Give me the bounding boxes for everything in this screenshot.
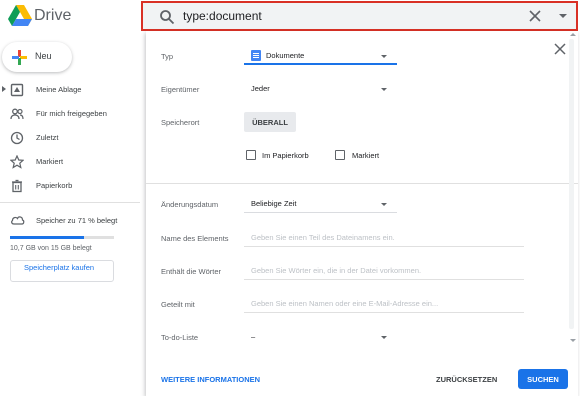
star-icon <box>10 155 24 169</box>
reset-button[interactable]: ZURÜCKSETZEN <box>436 375 497 384</box>
expand-caret-icon[interactable] <box>2 86 6 92</box>
location-anywhere-label: ÜBERALL <box>252 118 288 127</box>
plus-icon <box>12 50 27 65</box>
new-button-label: Neu <box>35 51 52 61</box>
type-label: Typ <box>161 52 174 61</box>
shared-with-input[interactable]: Geben Sie einen Namen oder eine E-Mail-A… <box>244 295 524 313</box>
sidebar-divider <box>0 202 140 203</box>
sidebar-item-label: Für mich freigegeben <box>36 109 107 118</box>
search-options-panel: Typ Dokumente Eigentümer Jeder Speichero… <box>146 31 578 396</box>
search-options-icon[interactable] <box>559 14 567 18</box>
has-words-label: Enthält die Wörter <box>161 267 222 276</box>
sidebar-item-starred[interactable]: Markiert <box>0 150 140 174</box>
panel-scrollbar[interactable] <box>569 39 574 329</box>
sidebar-item-my-drive[interactable]: Meine Ablage <box>0 78 140 102</box>
owner-dropdown[interactable]: Jeder <box>244 80 397 98</box>
search-button[interactable]: SUCHEN <box>518 369 568 389</box>
storage-progress-fill <box>10 236 84 239</box>
cloud-icon <box>11 216 25 225</box>
dropdown-arrow-icon <box>381 55 387 58</box>
sidebar-item-label: Meine Ablage <box>36 85 82 94</box>
document-icon <box>251 50 261 61</box>
in-trash-checkbox[interactable] <box>246 150 256 160</box>
type-dropdown[interactable]: Dokumente <box>244 47 397 65</box>
search-input[interactable]: type:document <box>183 9 262 23</box>
item-name-placeholder: Geben Sie einen Teil des Dateinamens ein… <box>251 233 395 242</box>
search-bar[interactable]: type:document <box>141 1 578 31</box>
sidebar-item-trash[interactable]: Papierkorb <box>0 174 140 198</box>
panel-divider <box>146 183 578 184</box>
buy-storage-label: Speicherplatz kaufen <box>24 263 95 272</box>
storage-used-text: 10,7 GB von 15 GB belegt <box>10 245 92 252</box>
my-drive-icon <box>10 83 24 97</box>
location-label: Speicherort <box>161 118 200 127</box>
location-anywhere-button[interactable]: ÜBERALL <box>244 112 296 132</box>
modified-label: Änderungsdatum <box>161 200 219 209</box>
owner-label: Eigentümer <box>161 85 200 94</box>
item-name-input[interactable]: Geben Sie einen Teil des Dateinamens ein… <box>244 229 524 247</box>
scroll-up-icon[interactable] <box>570 33 576 36</box>
sidebar-item-shared[interactable]: Für mich freigegeben <box>0 102 140 126</box>
storage-progress-bar <box>10 236 114 239</box>
has-words-placeholder: Geben Sie Wörter ein, die in der Datei v… <box>251 266 422 275</box>
shared-with-label: Geteilt mit <box>161 300 195 309</box>
new-button[interactable]: Neu <box>2 42 72 72</box>
starred-label: Markiert <box>352 151 380 160</box>
todo-label: To-do-Liste <box>161 333 199 342</box>
sidebar-item-label: Zuletzt <box>36 133 59 142</box>
todo-dropdown[interactable]: – <box>244 328 397 346</box>
drive-logo-icon[interactable] <box>8 5 32 27</box>
close-icon[interactable] <box>554 43 566 55</box>
sidebar-item-label: Markiert <box>36 157 64 166</box>
shared-with-placeholder: Geben Sie einen Namen oder eine E-Mail-A… <box>251 299 439 308</box>
dropdown-arrow-icon <box>381 336 387 339</box>
more-info-link[interactable]: WEITERE INFORMATIONEN <box>161 375 260 384</box>
sidebar-item-label: Papierkorb <box>36 181 73 190</box>
type-dropdown-value: Dokumente <box>266 51 305 60</box>
clear-search-icon[interactable] <box>528 9 542 23</box>
in-trash-label: Im Papierkorb <box>262 151 309 160</box>
clock-icon <box>10 131 24 145</box>
dropdown-arrow-icon <box>381 88 387 91</box>
todo-dropdown-value: – <box>251 332 256 341</box>
modified-dropdown[interactable]: Beliebige Zeit <box>244 195 397 213</box>
has-words-input[interactable]: Geben Sie Wörter ein, die in der Datei v… <box>244 262 524 280</box>
dropdown-arrow-icon <box>381 203 387 206</box>
storage-label[interactable]: Speicher zu 71 % belegt <box>36 216 117 225</box>
shared-with-me-icon <box>10 108 24 120</box>
item-name-label: Name des Elements <box>161 234 229 243</box>
modified-dropdown-value: Beliebige Zeit <box>251 199 297 208</box>
owner-dropdown-value: Jeder <box>251 84 270 93</box>
buy-storage-button[interactable]: Speicherplatz kaufen <box>10 260 114 282</box>
starred-checkbox[interactable] <box>335 150 345 160</box>
app-name[interactable]: Drive <box>34 7 71 25</box>
search-icon[interactable] <box>159 9 175 25</box>
search-button-label: SUCHEN <box>527 375 559 384</box>
scroll-down-icon[interactable] <box>570 339 576 342</box>
sidebar-item-recent[interactable]: Zuletzt <box>0 126 140 150</box>
trash-icon <box>12 179 22 193</box>
